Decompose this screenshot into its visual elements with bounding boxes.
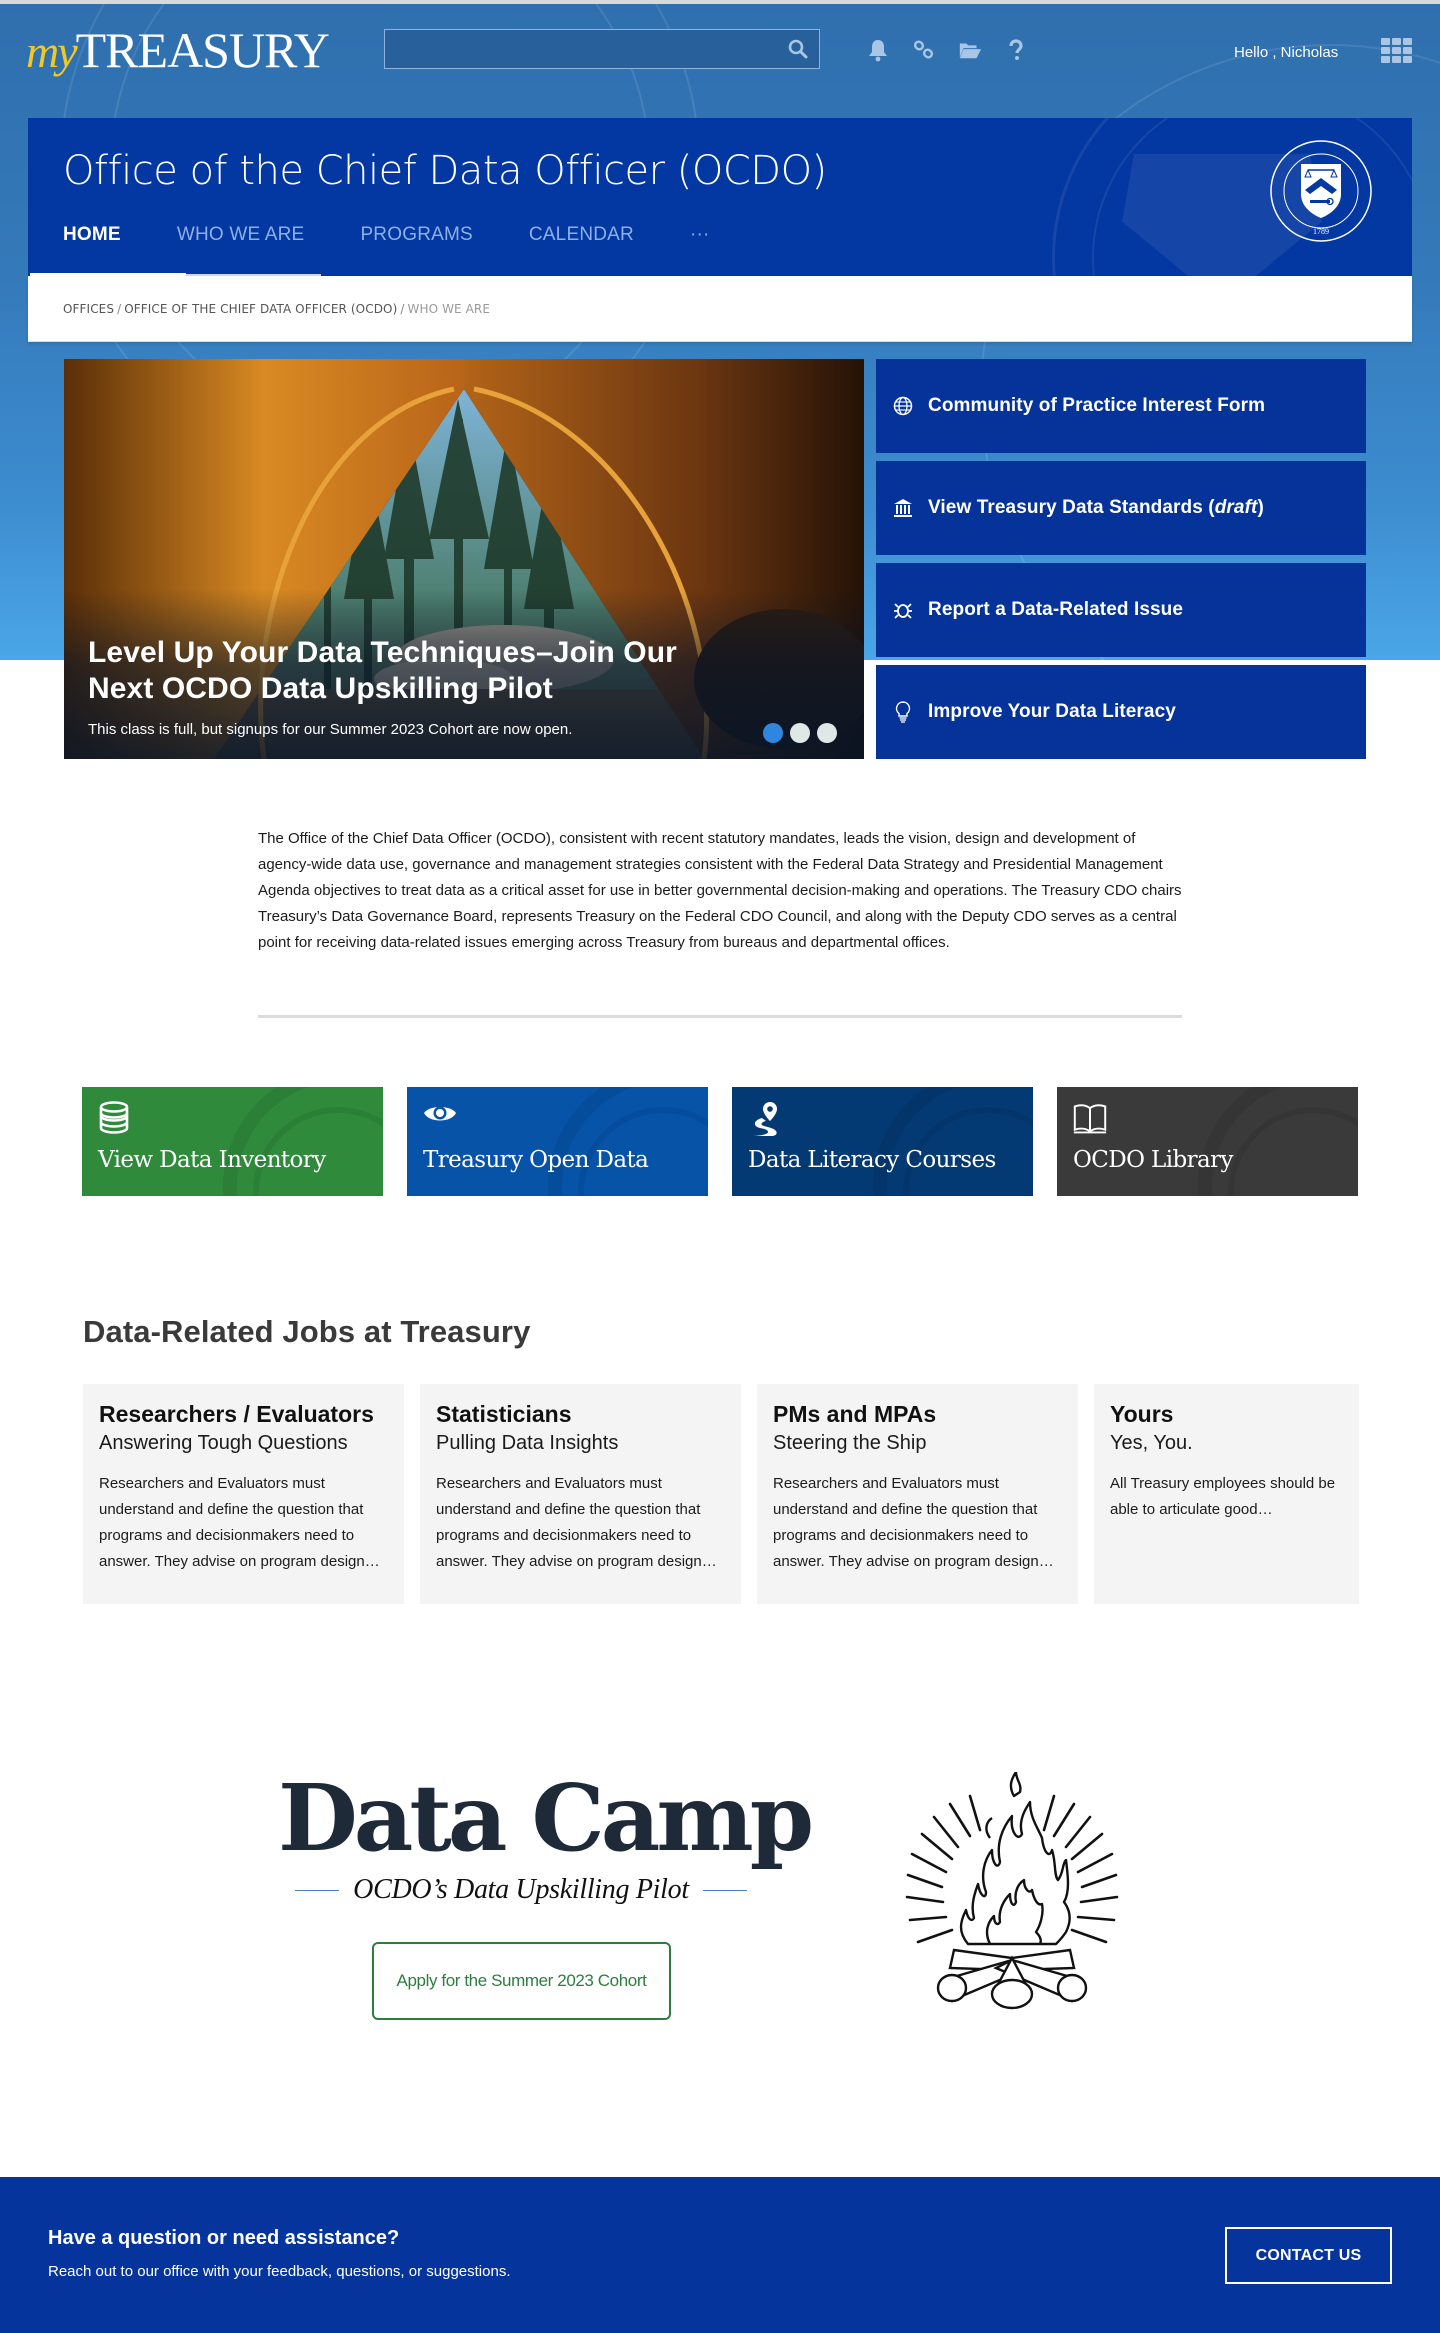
label-emphasis: draft (1214, 497, 1258, 518)
job-description: All Treasury employees should be able to… (1110, 1475, 1336, 1518)
job-description: Researchers and Evaluators must understa… (436, 1475, 717, 1570)
quick-link-data-standards[interactable]: View Treasury Data Standards (draft) (876, 461, 1366, 555)
tile-ocdo-library[interactable]: OCDO Library (1057, 1087, 1358, 1196)
tile-label: Treasury Open Data (423, 1147, 649, 1173)
campfire-icon (905, 1772, 1119, 2010)
quick-link-label: Improve Your Data Literacy (928, 701, 1176, 722)
breadcrumb-current: WHO WE ARE (407, 302, 491, 316)
tile-label: View Data Inventory (98, 1147, 326, 1173)
apps-grid-icon[interactable] (1381, 38, 1413, 64)
job-card-yours[interactable]: Yours Yes, You. All Treasury employees s… (1094, 1384, 1359, 1604)
institution-icon (892, 497, 914, 519)
book-icon (1073, 1104, 1107, 1134)
top-icons (866, 38, 1028, 62)
eye-icon (424, 1106, 456, 1121)
help-icon[interactable] (1004, 38, 1028, 62)
tile-label: Data Literacy Courses (748, 1147, 996, 1173)
nav-tab-programs[interactable]: PROGRAMS (360, 224, 472, 246)
job-card-researchers[interactable]: Researchers / Evaluators Answering Tough… (83, 1384, 404, 1604)
office-nav: HOME WHO WE ARE PROGRAMS CALENDAR ··· (63, 224, 766, 246)
breadcrumb: OFFICES / OFFICE OF THE CHIEF DATA OFFICER… (63, 302, 490, 316)
jobs-cards: Researchers / Evaluators Answering Tough… (83, 1384, 1359, 1604)
breadcrumb-separator: / (117, 302, 122, 316)
search-input[interactable] (385, 30, 819, 68)
nav-tab-home[interactable]: HOME (63, 224, 121, 246)
bell-icon[interactable] (866, 38, 890, 62)
footer-question: Have a question or need assistance? (48, 2227, 400, 2249)
office-title: Office of the Chief Data Officer (OCDO) (63, 148, 827, 194)
contact-footer: Have a question or need assistance? Reac… (0, 2177, 1440, 2333)
job-card-statisticians[interactable]: Statisticians Pulling Data Insights Rese… (420, 1384, 741, 1604)
job-description: Researchers and Evaluators must understa… (99, 1475, 380, 1570)
search-icon[interactable] (787, 38, 809, 60)
quick-link-report-issue[interactable]: Report a Data-Related Issue (876, 563, 1366, 657)
tile-data-literacy-courses[interactable]: Data Literacy Courses (732, 1087, 1033, 1196)
label-text: View Treasury Data Standards ( (928, 497, 1215, 518)
quick-link-label: Report a Data-Related Issue (928, 599, 1184, 620)
job-title: PMs and MPAs (773, 1401, 937, 1427)
breadcrumb-bar: OFFICES / OFFICE OF THE CHIEF DATA OFFICER… (28, 276, 1412, 342)
treasury-seal-icon: 1789 (1270, 140, 1372, 242)
hero-subtitle: This class is full, but signups for our … (88, 721, 573, 738)
label-text: ) (1257, 497, 1264, 518)
top-bar: myTREASURY Hello , Nicholas (0, 4, 1440, 100)
apply-summer-cohort-button[interactable]: Apply for the Summer 2023 Cohort (372, 1942, 671, 2020)
slider-dots (763, 723, 837, 743)
route-pin-icon (749, 1102, 777, 1136)
lightbulb-icon (892, 701, 914, 723)
job-subtitle: Pulling Data Insights (436, 1432, 619, 1454)
database-icon (99, 1101, 129, 1134)
section-divider (258, 1015, 1182, 1018)
hero-slider[interactable]: Level Up Your Data Techniques–Join Our N… (64, 359, 864, 759)
user-greeting[interactable]: Hello , Nicholas (1234, 44, 1338, 61)
decorative-rule (702, 1889, 747, 1891)
contact-us-button[interactable]: CONTACT US (1225, 2227, 1392, 2284)
tile-view-data-inventory[interactable]: View Data Inventory (82, 1087, 383, 1196)
resource-tiles: View Data Inventory Treasury Open Data D… (82, 1087, 1358, 1196)
logo-main: TREASURY (75, 22, 330, 78)
quick-link-label: Community of Practice Interest Form (928, 395, 1266, 416)
quick-link-data-literacy[interactable]: Improve Your Data Literacy (876, 665, 1366, 759)
job-title: Statisticians (436, 1401, 572, 1427)
globe-icon (892, 395, 914, 417)
nav-tab-calendar[interactable]: CALENDAR (529, 224, 634, 246)
breadcrumb-offices[interactable]: OFFICES (63, 302, 114, 316)
data-camp-title: Data Camp (278, 1764, 814, 1872)
jobs-heading: Data-Related Jobs at Treasury (83, 1314, 531, 1349)
slider-dot-3[interactable] (817, 723, 837, 743)
nav-tab-who-we-are[interactable]: WHO WE ARE (177, 224, 305, 246)
job-description: Researchers and Evaluators must understa… (773, 1475, 1054, 1570)
decorative-rule (295, 1889, 340, 1891)
link-icon[interactable] (912, 38, 936, 62)
quick-link-label: View Treasury Data Standards (draft) (928, 497, 1264, 519)
slider-dot-1[interactable] (763, 723, 783, 743)
tile-label: OCDO Library (1073, 1147, 1234, 1173)
breadcrumb-separator: / (400, 302, 405, 316)
svg-text:1789: 1789 (1313, 227, 1329, 236)
search-box (384, 29, 820, 69)
mytreasury-logo[interactable]: myTREASURY (26, 22, 330, 80)
footer-subtext: Reach out to our office with your feedba… (48, 2263, 511, 2280)
quick-link-community-form[interactable]: Community of Practice Interest Form (876, 359, 1366, 453)
tile-treasury-open-data[interactable]: Treasury Open Data (407, 1087, 708, 1196)
office-card: 1789 Office of the Chief Data Officer (O… (28, 118, 1412, 342)
nav-tab-more[interactable]: ··· (690, 224, 710, 246)
data-camp-subtitle-row: OCDO’s Data Upskilling Pilot (295, 1874, 747, 1906)
logo-prefix: my (26, 26, 78, 77)
slider-dot-2[interactable] (790, 723, 810, 743)
job-subtitle: Yes, You. (1110, 1432, 1193, 1454)
data-camp-subtitle: OCDO’s Data Upskilling Pilot (353, 1874, 689, 1905)
quick-links: Community of Practice Interest Form View… (876, 359, 1366, 767)
bug-icon (892, 599, 914, 621)
job-subtitle: Answering Tough Questions (99, 1432, 348, 1454)
intro-paragraph: The Office of the Chief Data Officer (OC… (258, 830, 1182, 951)
job-subtitle: Steering the Ship (773, 1432, 927, 1454)
job-title: Researchers / Evaluators (99, 1401, 374, 1427)
hero-title: Level Up Your Data Techniques–Join Our N… (88, 636, 677, 705)
folder-open-icon[interactable] (958, 38, 982, 62)
office-header: 1789 Office of the Chief Data Officer (O… (28, 118, 1412, 276)
job-card-pms-mpas[interactable]: PMs and MPAs Steering the Ship Researche… (757, 1384, 1078, 1604)
job-title: Yours (1110, 1401, 1174, 1427)
breadcrumb-ocdo[interactable]: OFFICE OF THE CHIEF DATA OFFICER (OCDO) (124, 302, 397, 316)
